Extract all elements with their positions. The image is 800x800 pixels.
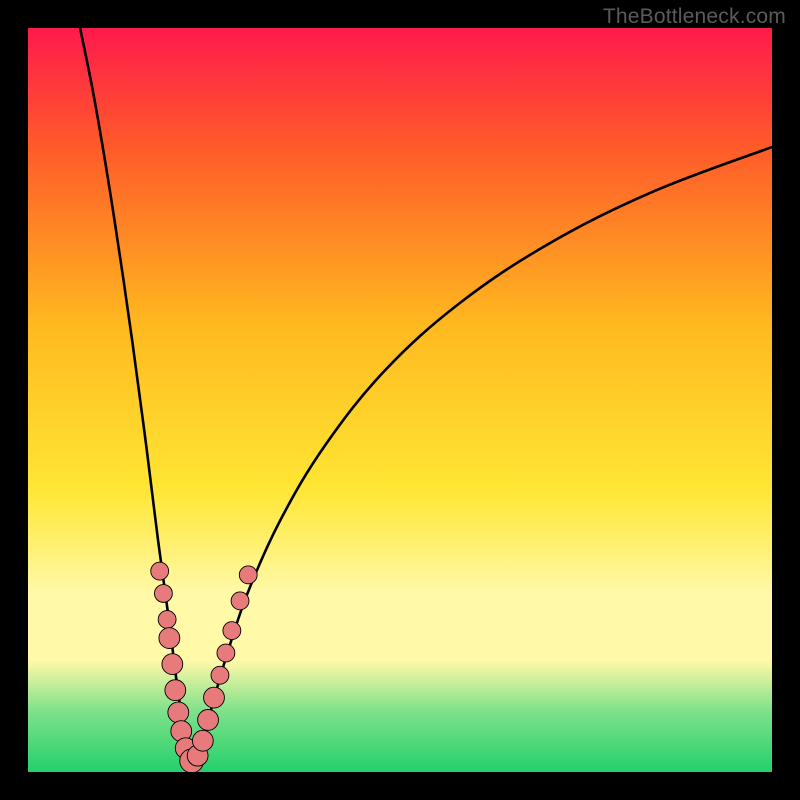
data-point [168, 702, 189, 723]
data-point [151, 562, 169, 580]
data-point [165, 680, 186, 701]
data-point [231, 592, 249, 610]
data-point [198, 710, 219, 731]
data-point [217, 644, 235, 662]
data-point [159, 628, 180, 649]
data-point [192, 730, 213, 751]
chart-frame: TheBottleneck.com [0, 0, 800, 800]
bottleneck-curve [28, 28, 772, 772]
data-point [158, 611, 176, 629]
data-point [211, 666, 229, 684]
data-point [154, 585, 172, 603]
data-point [223, 622, 241, 640]
data-point [204, 687, 225, 708]
watermark-text: TheBottleneck.com [603, 5, 786, 29]
plot-area [28, 28, 772, 772]
data-point [162, 654, 183, 675]
data-point [239, 566, 257, 584]
